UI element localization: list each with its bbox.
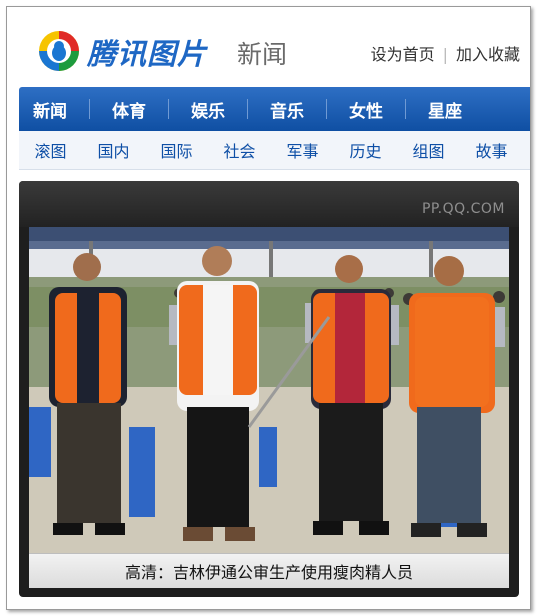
subnav-item-history[interactable]: 历史 bbox=[334, 138, 397, 162]
nav-divider bbox=[326, 99, 327, 119]
top-links: 设为首页 | 加入收藏 bbox=[371, 41, 520, 65]
qq-logo-icon[interactable] bbox=[37, 29, 81, 73]
nav-item-astrology[interactable]: 星座 bbox=[414, 97, 476, 122]
watermark: PP.QQ.COM bbox=[421, 201, 505, 217]
page-frame: 腾讯图片 新闻 设为首页 | 加入收藏 新闻 体育 娱乐 音乐 女性 星座 滚图 国… bbox=[6, 6, 531, 610]
link-separator: | bbox=[442, 45, 448, 64]
person-2 bbox=[177, 246, 259, 541]
news-photo[interactable] bbox=[29, 227, 509, 553]
photo-panel-header: PP.QQ.COM bbox=[19, 181, 519, 227]
subnav-item-rolling[interactable]: 滚图 bbox=[19, 138, 82, 162]
nav-divider bbox=[405, 99, 406, 119]
nav-divider bbox=[247, 99, 248, 119]
section-name: 新闻 bbox=[237, 40, 288, 69]
subnav-item-military[interactable]: 军事 bbox=[271, 138, 334, 162]
sub-nav: 滚图 国内 国际 社会 军事 历史 组图 故事 bbox=[19, 131, 530, 170]
person-1 bbox=[49, 253, 127, 535]
nav-item-sports[interactable]: 体育 bbox=[98, 97, 160, 122]
nav-item-news[interactable]: 新闻 bbox=[19, 97, 81, 122]
site-header: 腾讯图片 新闻 设为首页 | 加入收藏 bbox=[7, 7, 530, 87]
nav-item-entertainment[interactable]: 娱乐 bbox=[177, 97, 239, 122]
nav-item-music[interactable]: 音乐 bbox=[256, 97, 318, 122]
photo-illustration bbox=[29, 227, 509, 553]
caption-bar: 高清：吉林伊通公审生产使用瘦肉精人员 bbox=[29, 553, 509, 588]
main-nav: 新闻 体育 娱乐 音乐 女性 星座 bbox=[19, 87, 530, 131]
subnav-item-gallery[interactable]: 组图 bbox=[397, 138, 460, 162]
photo-caption[interactable]: 高清：吉林伊通公审生产使用瘦肉精人员 bbox=[125, 559, 413, 583]
subnav-item-society[interactable]: 社会 bbox=[208, 138, 271, 162]
nav-divider bbox=[168, 99, 169, 119]
add-favorite-link[interactable]: 加入收藏 bbox=[456, 41, 520, 65]
photo-panel: PP.QQ.COM 高清：吉林伊通公审生产使用瘦肉精人员 bbox=[19, 181, 519, 597]
subnav-item-international[interactable]: 国际 bbox=[145, 138, 208, 162]
subnav-item-stories[interactable]: 故事 bbox=[460, 138, 523, 162]
set-homepage-link[interactable]: 设为首页 bbox=[371, 41, 435, 65]
person-3 bbox=[311, 255, 391, 535]
nav-divider bbox=[89, 99, 90, 119]
nav-item-women[interactable]: 女性 bbox=[335, 97, 397, 122]
brand-name[interactable]: 腾讯图片 bbox=[87, 31, 207, 73]
subnav-item-domestic[interactable]: 国内 bbox=[82, 138, 145, 162]
